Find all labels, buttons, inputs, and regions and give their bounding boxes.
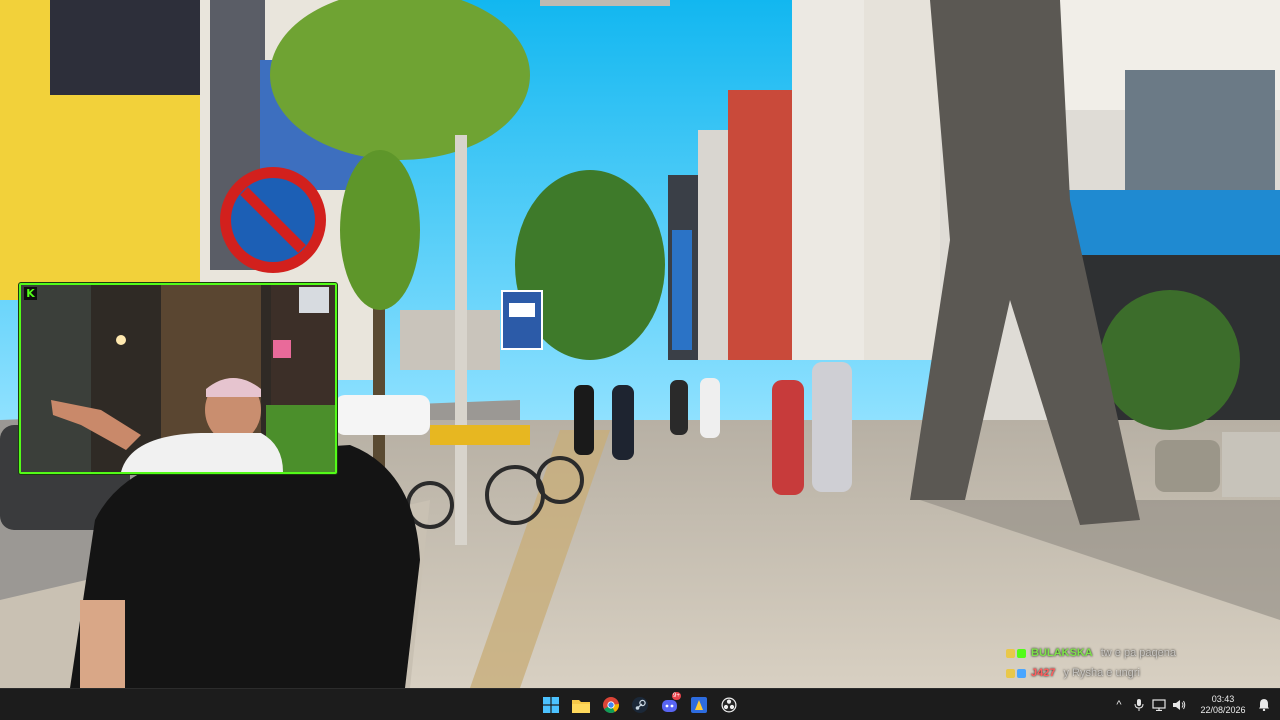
clock[interactable]: 03:43 22/08/2026 [1194, 694, 1252, 716]
facecam-overlay: K [19, 283, 337, 474]
verified-badge-icon [1017, 668, 1026, 678]
obs-icon [721, 697, 737, 713]
notifications-button[interactable] [1254, 695, 1274, 715]
facecam-video [21, 285, 335, 472]
chrome-button[interactable] [600, 694, 622, 716]
obs-button[interactable] [718, 694, 740, 716]
notification-bell-icon [1259, 699, 1269, 711]
discord-notification-badge: 9+ [672, 692, 681, 700]
steam-icon [632, 697, 648, 713]
microphone-icon[interactable] [1130, 696, 1148, 714]
clock-time: 03:43 [1211, 693, 1235, 704]
chat-message: J427 y Rysha e ungri [1006, 666, 1246, 680]
volume-icon[interactable] [1170, 696, 1188, 714]
chat-username: BULAKSKA [1031, 647, 1093, 659]
app-button[interactable] [688, 694, 710, 716]
taskbar: 9+ ^ 03:43 22/08/2026 [0, 688, 1280, 720]
steam-button[interactable] [629, 694, 651, 716]
file-explorer-icon [572, 699, 590, 713]
sub-badge-icon [1006, 648, 1015, 658]
chat-overlay: BULAKSKA tw e pa paqena J427 y Rysha e u… [1006, 646, 1246, 686]
chat-text: y Rysha e ungri [1063, 667, 1140, 679]
app-icon [691, 697, 707, 713]
tray-overflow-button[interactable]: ^ [1110, 696, 1128, 714]
clock-date: 22/08/2026 [1200, 704, 1246, 715]
file-explorer-button[interactable] [570, 694, 592, 716]
windows-start-icon [543, 697, 559, 713]
sub-badge-icon [1006, 668, 1015, 678]
chat-username: J427 [1031, 667, 1056, 679]
chevron-up-icon: ^ [1116, 698, 1122, 711]
chat-text: tw e pa paqena [1100, 647, 1176, 659]
network-icon[interactable] [1150, 696, 1168, 714]
chrome-icon [603, 697, 619, 713]
verified-badge-icon [1017, 648, 1026, 658]
kick-logo: K [24, 287, 37, 300]
chat-message: BULAKSKA tw e pa paqena [1006, 646, 1246, 660]
system-tray: ^ 03:43 22/08/2026 [1108, 689, 1280, 720]
start-button[interactable] [540, 694, 562, 716]
discord-button[interactable]: 9+ [659, 692, 681, 716]
